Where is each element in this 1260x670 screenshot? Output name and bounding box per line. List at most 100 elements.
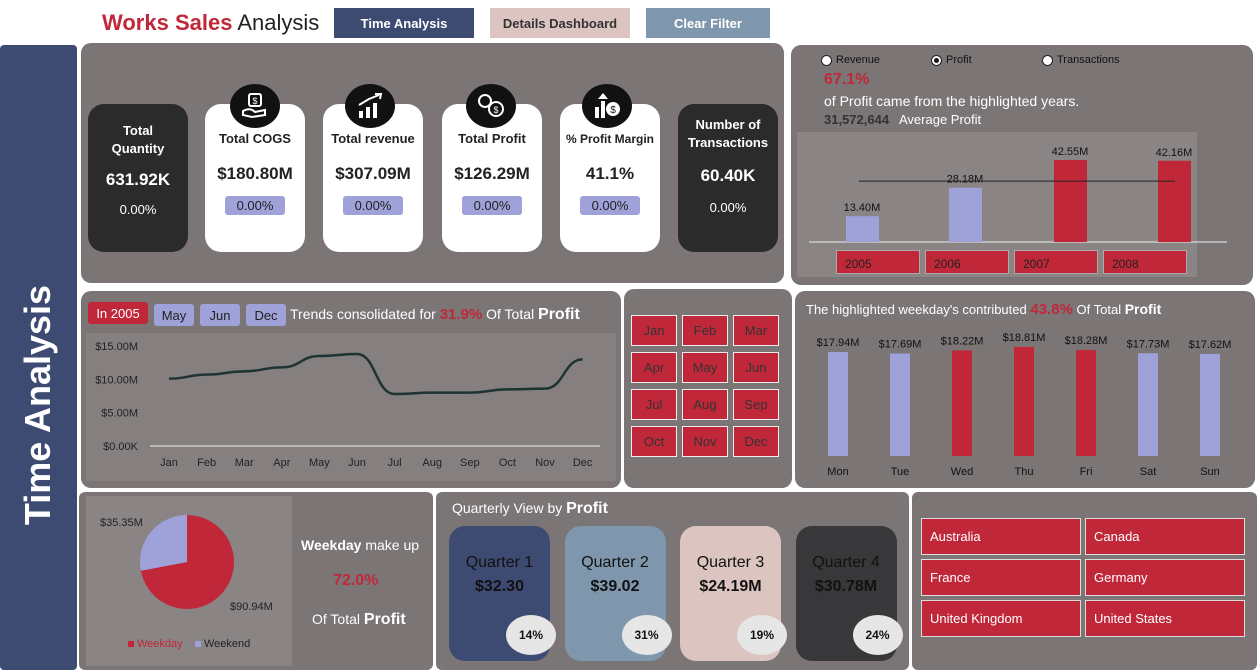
weekday-bar-tue: [890, 353, 910, 456]
radio-profit-dot[interactable]: [931, 54, 942, 66]
month-button-jan[interactable]: Jan: [631, 315, 677, 346]
profit-margin-icon: $: [582, 84, 632, 128]
x-tick-label: Apr: [273, 457, 290, 469]
weekday-pie-chart: $90.94M $35.35M Weekday Weekend: [86, 496, 292, 666]
trend-caption: Trends consolidated for 31.9% Of Total P…: [290, 306, 580, 323]
weekday-bar-chart: $17.94M Mon $17.69M Tue $18.22M Wed $18.81M Thu…: [800, 325, 1250, 483]
monthly-line-chart: $0.00K $5.00M $10.00M $15.00M Jan Feb Mar Apr Ma…: [86, 333, 616, 481]
page-title: Works Sales Analysis: [102, 10, 320, 35]
chip-month-may[interactable]: May: [154, 304, 194, 326]
average-profit-value: 31,572,644: [824, 112, 890, 127]
clear-filter-button[interactable]: Clear Filter: [646, 8, 770, 38]
legend-label-weekday: Weekday: [137, 638, 183, 650]
quarter-name: Quarter 3: [696, 554, 765, 571]
month-button-oct[interactable]: Oct: [631, 426, 677, 457]
radio-revenue-dot[interactable]: [821, 54, 832, 66]
weekday-bar-sun: [1200, 353, 1220, 456]
chip-month-jun[interactable]: Jun: [200, 304, 240, 326]
year-bar-2006: [949, 187, 982, 242]
weekday-bar-label: $18.22M: [941, 335, 984, 347]
year-button-2008[interactable]: 2008: [1103, 250, 1187, 274]
sidebar-label: Time Analysis: [17, 284, 58, 526]
x-tick-label: May: [309, 457, 330, 469]
average-profit-label: Average Profit: [899, 112, 982, 127]
weekday-bar-thu: [1014, 347, 1034, 456]
month-button-jul[interactable]: Jul: [631, 389, 677, 420]
month-button-feb[interactable]: Feb: [682, 315, 728, 346]
pie-label-weekday: $90.94M: [230, 601, 273, 613]
legend-label-weekend: Weekend: [204, 638, 250, 650]
weekday-caption: The highlighted weekday's contributed 43…: [806, 301, 1162, 318]
quarter-value: $24.19M: [699, 578, 762, 595]
weekday-tick-label: Fri: [1080, 466, 1093, 478]
time-analysis-button[interactable]: Time Analysis: [334, 8, 474, 38]
quarter-value: $32.30: [475, 578, 524, 595]
quarter-pct-badge: 31%: [621, 615, 672, 655]
weekday-bar-label: $17.94M: [817, 337, 860, 349]
country-button-united-states[interactable]: United States: [1085, 600, 1245, 637]
weekday-bar-wed: [952, 350, 972, 456]
country-button-france[interactable]: France: [921, 559, 1081, 596]
quarter-name: Quarter 2: [581, 554, 649, 571]
weekday-bar-label: $17.69M: [879, 338, 922, 350]
weekday-tick-label: Wed: [951, 466, 973, 478]
year-bar-2007: [1054, 160, 1087, 242]
y-tick-label: $10.00M: [95, 374, 138, 386]
quarterly-title: Quarterly View by Profit: [452, 500, 608, 517]
pie-pct: 72.0%: [333, 572, 379, 589]
kpi-total-quantity: Total Quantity 631.92K 0.00%: [88, 104, 188, 252]
quarter-name: Quarter 1: [465, 554, 534, 571]
weekday-bar-label: $18.28M: [1065, 335, 1108, 347]
quarter-pct-badge: 24%: [852, 615, 903, 655]
month-button-mar[interactable]: Mar: [733, 315, 779, 346]
weekday-bar-label: $18.81M: [1003, 332, 1046, 344]
month-button-aug[interactable]: Aug: [682, 389, 728, 420]
sidebar: Time Analysis: [0, 45, 77, 670]
x-tick-label: Feb: [197, 457, 216, 469]
quarter-card-4[interactable]: Quarter 4 $30.78M 24%: [795, 526, 903, 661]
x-tick-label: Nov: [535, 457, 555, 469]
weekday-bar-sat: [1138, 353, 1158, 456]
year-bar-label: 13.40M: [844, 202, 881, 214]
month-button-may[interactable]: May: [682, 352, 728, 383]
month-button-apr[interactable]: Apr: [631, 352, 677, 383]
svg-text:$: $: [493, 105, 498, 115]
quarter-value: $39.02: [590, 578, 640, 595]
details-dashboard-button[interactable]: Details Dashboard: [490, 8, 630, 38]
radio-transactions-dot[interactable]: [1042, 54, 1053, 66]
year-button-2006[interactable]: 2006: [925, 250, 1009, 274]
year-button-2007[interactable]: 2007: [1014, 250, 1098, 274]
country-button-germany[interactable]: Germany: [1085, 559, 1245, 596]
weekday-bar-label: $17.62M: [1189, 339, 1232, 351]
quarter-card-3[interactable]: Quarter 3 $24.19M 19%: [680, 526, 787, 661]
radio-transactions[interactable]: Transactions: [1042, 54, 1120, 66]
kpi-transactions: Number of Transactions 60.40K 0.00%: [678, 104, 778, 252]
quarter-card-1[interactable]: Quarter 1 $32.30 14%: [449, 526, 556, 661]
quarter-card-2[interactable]: Quarter 2 $39.02 31%: [564, 526, 672, 661]
country-button-canada[interactable]: Canada: [1085, 518, 1245, 555]
legend-swatch-weekday: [128, 641, 134, 647]
chip-month-dec[interactable]: Dec: [246, 304, 286, 326]
month-button-sep[interactable]: Sep: [733, 389, 779, 420]
svg-text:$: $: [610, 105, 616, 116]
legend-swatch-weekend: [195, 641, 201, 647]
radio-revenue[interactable]: Revenue: [821, 54, 880, 66]
coins-icon: $: [466, 84, 516, 128]
chip-year-2005[interactable]: In 2005: [88, 302, 148, 324]
quarter-pct-badge: 14%: [506, 615, 556, 655]
month-button-jun[interactable]: Jun: [733, 352, 779, 383]
country-button-australia[interactable]: Australia: [921, 518, 1081, 555]
month-button-dec[interactable]: Dec: [733, 426, 779, 457]
pie-label-weekend: $35.35M: [100, 517, 143, 529]
country-button-united-kingdom[interactable]: United Kingdom: [921, 600, 1081, 637]
year-bar-label: 28.18M: [947, 174, 984, 186]
month-button-nov[interactable]: Nov: [682, 426, 728, 457]
svg-text:$: $: [252, 96, 257, 106]
weekday-tick-label: Mon: [827, 466, 848, 478]
radio-profit[interactable]: Profit: [931, 54, 972, 66]
year-highlight-pct: 67.1%: [824, 71, 870, 88]
year-highlight-text: of Profit came from the highlighted year…: [824, 93, 1080, 109]
year-button-2005[interactable]: 2005: [836, 250, 920, 274]
weekday-tick-label: Tue: [891, 466, 910, 478]
quarter-name: Quarter 4: [812, 554, 880, 571]
